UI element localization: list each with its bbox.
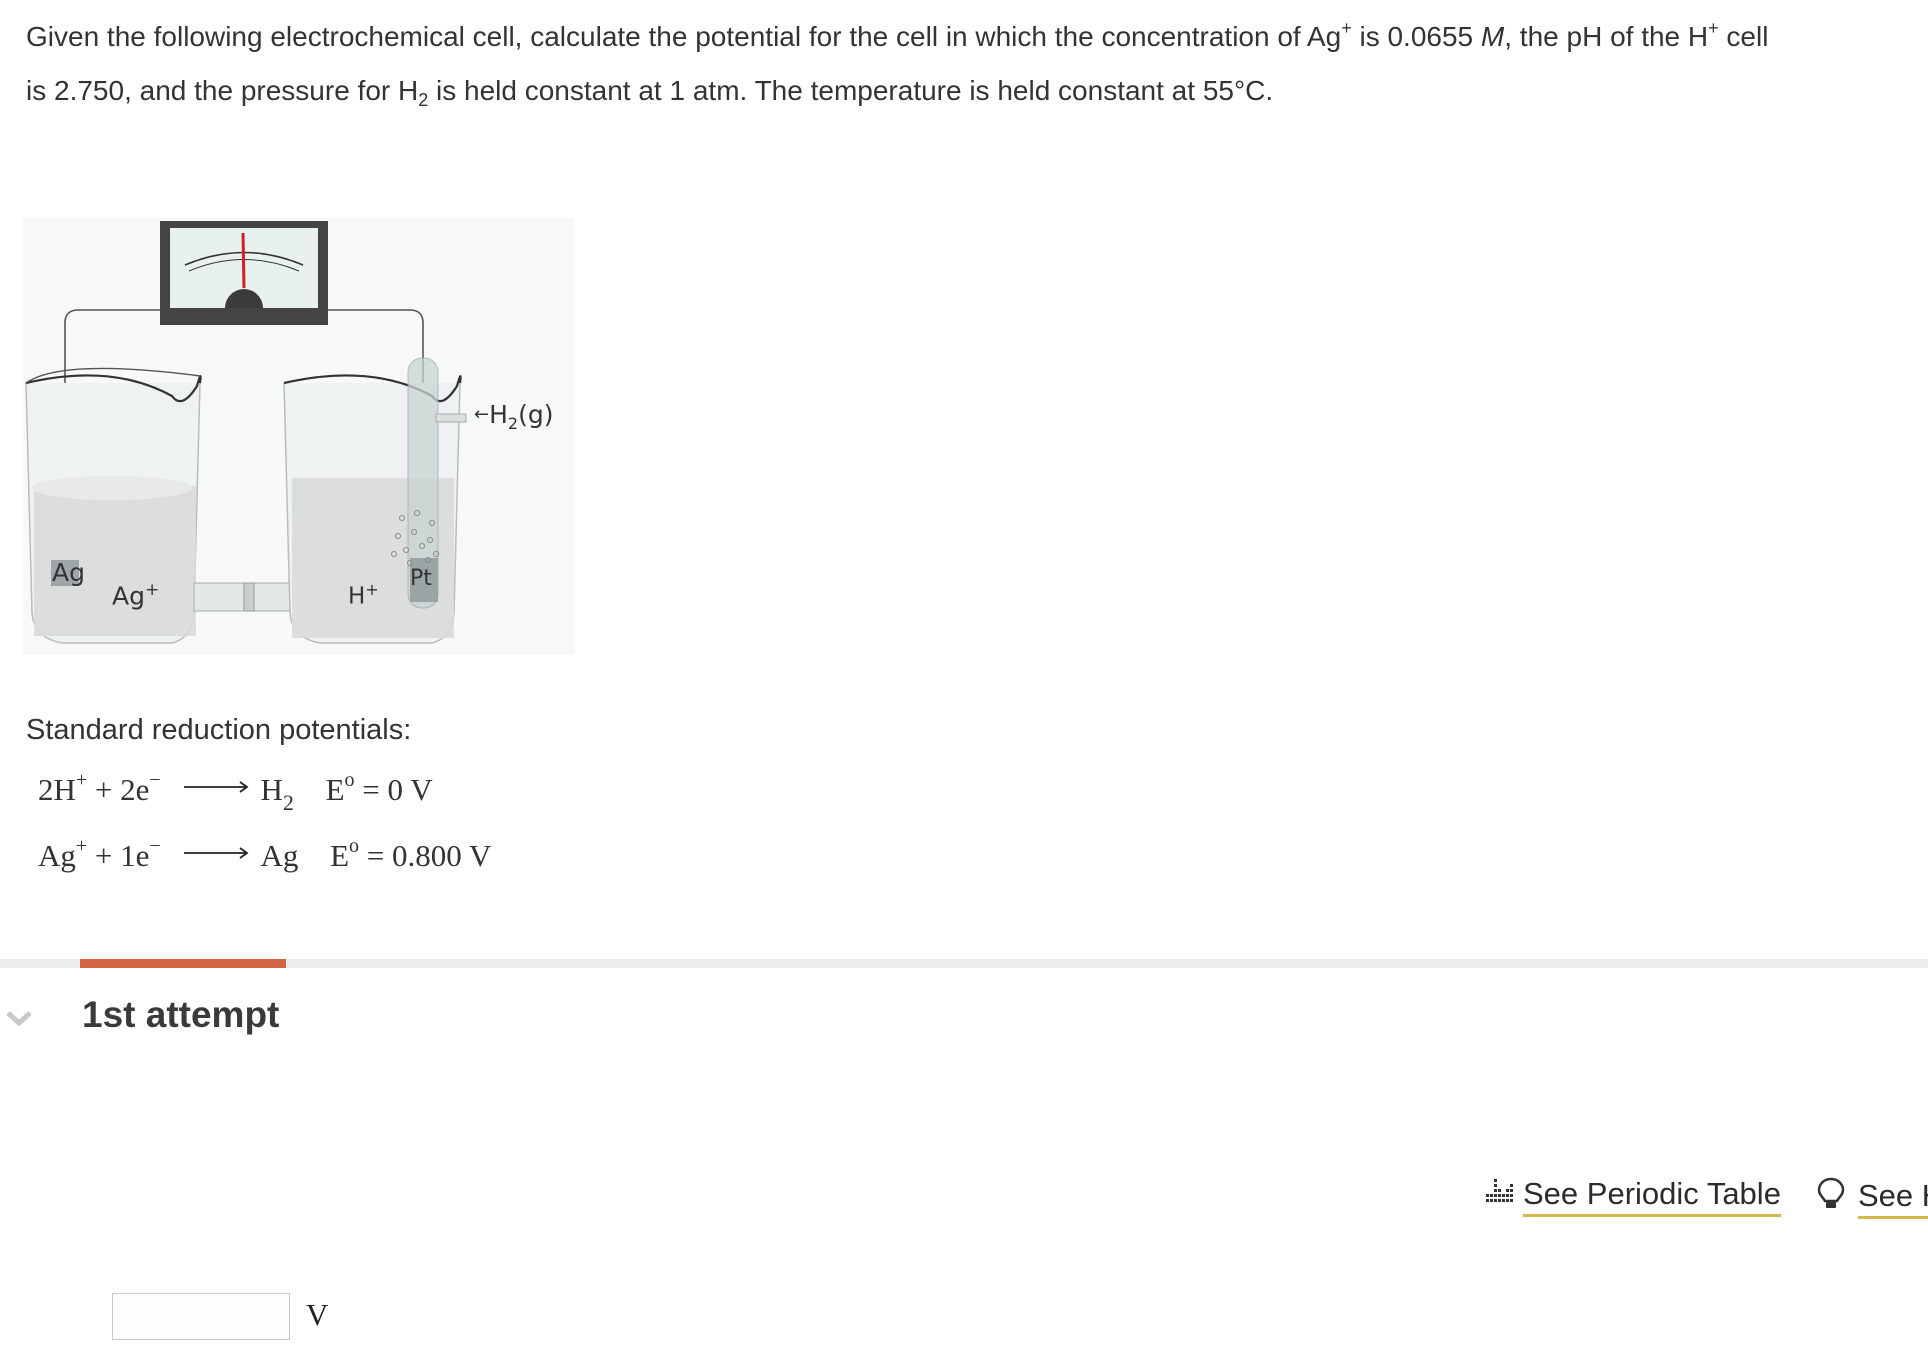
potentials-title: Standard reduction potentials: xyxy=(26,714,412,746)
left-solution-surface xyxy=(32,476,192,500)
attempt-progress-track xyxy=(0,959,1928,968)
chevron-down-icon[interactable] xyxy=(5,1008,33,1028)
cell-illustration xyxy=(22,218,575,655)
voltmeter-needle xyxy=(241,232,246,289)
see-hint-label[interactable]: See Hint xyxy=(1858,1178,1928,1219)
question-text: Given the following electrochemical cell… xyxy=(26,10,1926,118)
lightbulb-icon xyxy=(1817,1177,1845,1208)
attempt-progress-tab[interactable] xyxy=(80,959,286,968)
reaction-arrow-icon xyxy=(184,781,250,793)
gas-inlet xyxy=(435,413,467,423)
electrochemical-cell-diagram: Ag Ag+ H+ Pt ←H2(g) xyxy=(22,218,575,655)
see-hint-link[interactable]: See Hint xyxy=(1816,1176,1928,1219)
answer-input[interactable] xyxy=(112,1293,290,1340)
question-line-1: Given the following electrochemical cell… xyxy=(26,18,1769,52)
attempt-heading[interactable]: 1st attempt xyxy=(82,994,279,1036)
label-h-ion: H+ xyxy=(348,580,379,610)
reaction-silver: Ag+ + 1e− Ag Eo = 0.800 V xyxy=(38,835,492,873)
periodic-table-icon xyxy=(1486,1179,1513,1202)
reaction-arrow-icon xyxy=(184,847,250,859)
voltmeter xyxy=(160,221,328,325)
label-h2-gas: ←H2(g) xyxy=(474,400,554,433)
label-pt-electrode: Pt xyxy=(410,566,432,591)
label-ag-ion: Ag+ xyxy=(112,580,160,611)
label-ag-electrode: Ag xyxy=(52,558,85,587)
see-periodic-table-label[interactable]: See Periodic Table xyxy=(1523,1176,1781,1217)
answer-unit: V xyxy=(306,1297,329,1332)
question-line-2: is 2.750, and the pressure for H2 is hel… xyxy=(26,75,1274,110)
reaction-hydrogen: 2H+ + 2e− H2 Eo = 0 V xyxy=(38,769,433,815)
see-periodic-table-link[interactable]: See Periodic Table xyxy=(1483,1176,1781,1217)
